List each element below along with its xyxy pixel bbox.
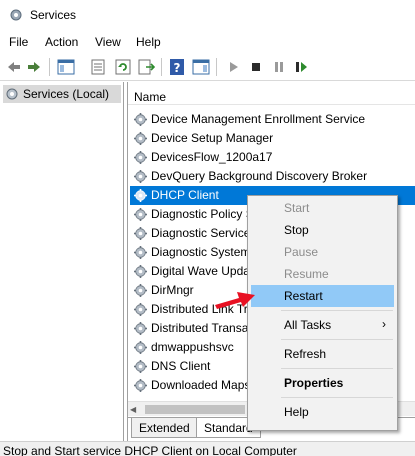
toolbar-separator (49, 58, 50, 76)
gear-icon (134, 379, 147, 392)
service-name: DevicesFlow_1200a17 (151, 150, 273, 164)
menu-view[interactable]: View (95, 35, 121, 49)
menu-item-label: Help (284, 405, 309, 419)
menu-separator (281, 339, 393, 340)
gear-icon (134, 284, 147, 297)
red-arrow-icon (215, 292, 255, 309)
status-text: Stop and Start service DHCP Client on Lo… (3, 444, 297, 456)
service-name: DHCP Client (151, 188, 219, 202)
status-bar: Stop and Start service DHCP Client on Lo… (0, 441, 415, 456)
service-name: Diagnostic System (151, 245, 251, 259)
context-menu-start: Start (251, 197, 394, 219)
column-header-name[interactable]: Name (128, 82, 415, 105)
services-app-icon (10, 9, 22, 21)
gear-icon (134, 322, 147, 335)
gear-icon (134, 132, 147, 145)
menu-item-label: Resume (284, 267, 329, 281)
service-name: DirMngr (151, 283, 194, 297)
scroll-left-icon[interactable]: ◀ (130, 405, 136, 414)
context-menu: Start Stop Pause Resume Restart All Task… (247, 195, 398, 431)
service-name: Device Management Enrollment Service (151, 112, 366, 126)
column-header-label: Name (134, 90, 167, 104)
menu-item-label: Restart (284, 289, 323, 303)
gear-icon (134, 227, 147, 240)
service-name: Distributed Transa (151, 321, 249, 335)
service-name: Digital Wave Upda (151, 264, 250, 278)
context-menu-resume: Resume (251, 263, 394, 285)
gear-icon (134, 151, 147, 164)
help-icon[interactable]: ? (168, 58, 186, 76)
export-list-icon[interactable] (137, 58, 155, 76)
back-icon[interactable] (5, 58, 23, 76)
service-name: Downloaded Maps (151, 378, 251, 392)
toolbar-separator (161, 58, 162, 76)
gear-icon (134, 265, 147, 278)
tab-extended[interactable]: Extended (131, 418, 198, 438)
service-name: Diagnostic Policy S (151, 207, 254, 221)
refresh-icon[interactable] (114, 58, 132, 76)
context-menu-restart[interactable]: Restart (251, 285, 394, 307)
menu-separator (281, 310, 393, 311)
tab-extended-label: Extended (139, 421, 190, 435)
service-row[interactable]: Device Management Enrollment Service (130, 110, 415, 129)
gear-icon (134, 113, 147, 126)
menu-item-label: Stop (284, 223, 309, 237)
gear-icon (134, 360, 147, 373)
submenu-arrow-icon: › (382, 317, 386, 331)
context-menu-refresh[interactable]: Refresh (251, 343, 394, 365)
menu-bar: File Action View Help (0, 31, 415, 53)
restart-icon[interactable] (292, 58, 310, 76)
gear-icon (134, 170, 147, 183)
service-name: DevQuery Background Discovery Broker (151, 169, 368, 183)
start-icon[interactable] (224, 58, 242, 76)
show-action-pane-icon[interactable] (192, 58, 210, 76)
tab-standard-label: Standard (204, 421, 253, 435)
menu-action[interactable]: Action (45, 35, 78, 49)
properties-icon[interactable] (89, 58, 107, 76)
forward-icon[interactable] (25, 58, 43, 76)
menu-file[interactable]: File (9, 35, 28, 49)
service-name: Device Setup Manager (151, 131, 274, 145)
gear-icon (134, 246, 147, 259)
console-tree: Services (Local) (0, 82, 124, 441)
menu-item-label: Properties (284, 376, 344, 390)
pause-icon[interactable] (270, 58, 288, 76)
context-menu-all-tasks[interactable]: All Tasks › (251, 314, 394, 336)
menu-item-label: All Tasks (284, 318, 332, 332)
menu-item-label: Pause (284, 245, 319, 259)
title-bar: Services (0, 0, 415, 31)
gear-icon (134, 303, 147, 316)
gear-icon (134, 208, 147, 221)
service-row[interactable]: DevQuery Background Discovery Broker (130, 167, 415, 186)
menu-item-label: Refresh (284, 347, 327, 361)
console-tree-icon[interactable] (57, 58, 75, 76)
context-menu-pause: Pause (251, 241, 394, 263)
toolbar-separator (216, 58, 217, 76)
gear-icon (6, 88, 18, 100)
context-menu-help[interactable]: Help (251, 401, 394, 423)
menu-separator (281, 368, 393, 369)
context-menu-properties[interactable]: Properties (251, 372, 394, 394)
service-name: DNS Client (151, 359, 211, 373)
window-title: Services (30, 8, 77, 22)
toolbar: ? (0, 53, 415, 81)
menu-item-label: Start (284, 201, 310, 215)
service-row[interactable]: Device Setup Manager (130, 129, 415, 148)
gear-icon (134, 341, 147, 354)
context-menu-stop[interactable]: Stop (251, 219, 394, 241)
gear-icon (134, 189, 147, 202)
service-row[interactable]: DevicesFlow_1200a17 (130, 148, 415, 167)
service-name: dmwappushsvc (151, 340, 234, 354)
service-name: Diagnostic Service (151, 226, 251, 240)
menu-separator (281, 397, 393, 398)
tree-item-label: Services (Local) (23, 87, 110, 101)
svg-text:?: ? (174, 61, 181, 75)
tree-item-services-local[interactable]: Services (Local) (3, 85, 121, 103)
scrollbar-thumb[interactable] (145, 405, 245, 414)
stop-icon[interactable] (247, 58, 265, 76)
menu-help[interactable]: Help (136, 35, 161, 49)
